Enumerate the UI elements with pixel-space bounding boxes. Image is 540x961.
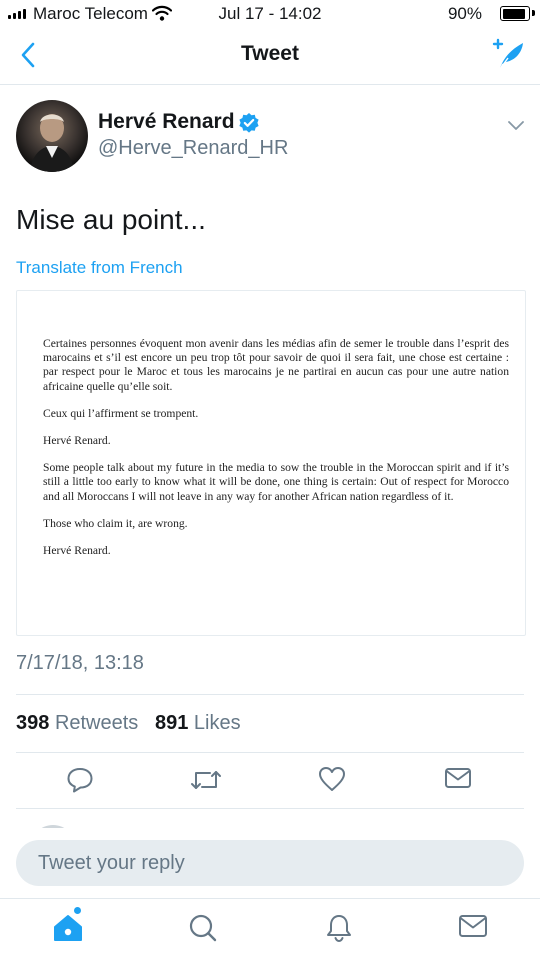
- reply-avatar: [30, 825, 76, 828]
- divider: [16, 694, 524, 695]
- statement-paragraph-en-2: Those who claim it, are wrong.: [43, 516, 188, 530]
- engagement-stats: 398 Retweets 891 Likes: [16, 712, 241, 735]
- avatar[interactable]: [16, 100, 88, 172]
- likes-label: Likes: [193, 712, 241, 734]
- tweet-text: Mise au point...: [16, 204, 206, 235]
- home-icon: [54, 915, 82, 941]
- search-icon: [189, 914, 217, 942]
- divider: [16, 752, 524, 753]
- retweet-icon: [191, 771, 221, 789]
- retweets-stat[interactable]: 398 Retweets: [16, 712, 138, 734]
- envelope-icon: [459, 915, 487, 937]
- statement-signature-fr: Hervé Renard.: [43, 434, 111, 448]
- tab-notifications[interactable]: [324, 913, 354, 948]
- retweets-count: 398: [16, 712, 50, 734]
- tab-home[interactable]: [52, 913, 84, 948]
- heart-icon: [319, 767, 345, 791]
- bell-icon: [327, 915, 351, 943]
- compose-tweet-icon: [492, 38, 523, 70]
- direct-message-button[interactable]: [444, 766, 472, 795]
- divider: [16, 808, 524, 809]
- reply-button[interactable]: [66, 766, 94, 799]
- verified-badge-icon: [238, 112, 260, 139]
- author-name[interactable]: Hervé Renard: [98, 110, 235, 134]
- battery-percentage: 90%: [447, 4, 482, 23]
- battery-fill: [502, 8, 525, 19]
- battery-tip: [532, 10, 535, 16]
- navigation-bar: Tweet: [0, 28, 540, 85]
- statement-text: Certaines personnes évoquent mon avenir …: [43, 337, 509, 571]
- tab-search[interactable]: [188, 913, 218, 948]
- tweet-actions: [0, 766, 540, 796]
- tab-bar: [0, 898, 540, 961]
- chevron-down-icon: [508, 121, 524, 130]
- retweet-button[interactable]: [190, 766, 222, 799]
- tweet-image[interactable]: Certaines personnes évoquent mon avenir …: [16, 290, 526, 636]
- reply-preview: [0, 810, 540, 828]
- likes-stat[interactable]: 891 Likes: [155, 712, 241, 734]
- statement-paragraph-fr-2: Ceux qui l’affirment se trompent.: [43, 406, 199, 420]
- translate-link[interactable]: Translate from French: [16, 258, 183, 278]
- tweet-options-button[interactable]: [508, 118, 524, 136]
- statement-paragraph-en: Some people talk about my future in the …: [43, 461, 509, 503]
- battery-icon: [500, 6, 530, 21]
- reply-placeholder: Tweet your reply: [38, 852, 185, 874]
- statement-paragraph-fr: Certaines personnes évoquent mon avenir …: [43, 337, 509, 393]
- compose-tweet-button[interactable]: [490, 38, 526, 77]
- reply-icon: [67, 768, 93, 793]
- statement-signature-en: Hervé Renard.: [43, 544, 111, 558]
- retweets-label: Retweets: [54, 712, 139, 734]
- tab-messages[interactable]: [458, 913, 488, 944]
- reply-input[interactable]: Tweet your reply: [16, 840, 524, 886]
- page-title: Tweet: [241, 42, 299, 65]
- like-button[interactable]: [318, 766, 346, 797]
- likes-count: 891: [154, 712, 189, 734]
- status-bar: Maroc Telecom Jul 17 - 14:02 90%: [0, 0, 540, 28]
- notification-dot: [74, 907, 81, 914]
- tweet-timestamp: 7/17/18, 13:18: [16, 652, 144, 674]
- profile-photo: [30, 114, 74, 172]
- envelope-icon: [445, 768, 471, 788]
- author-handle[interactable]: @Herve_Renard_HR: [98, 137, 288, 160]
